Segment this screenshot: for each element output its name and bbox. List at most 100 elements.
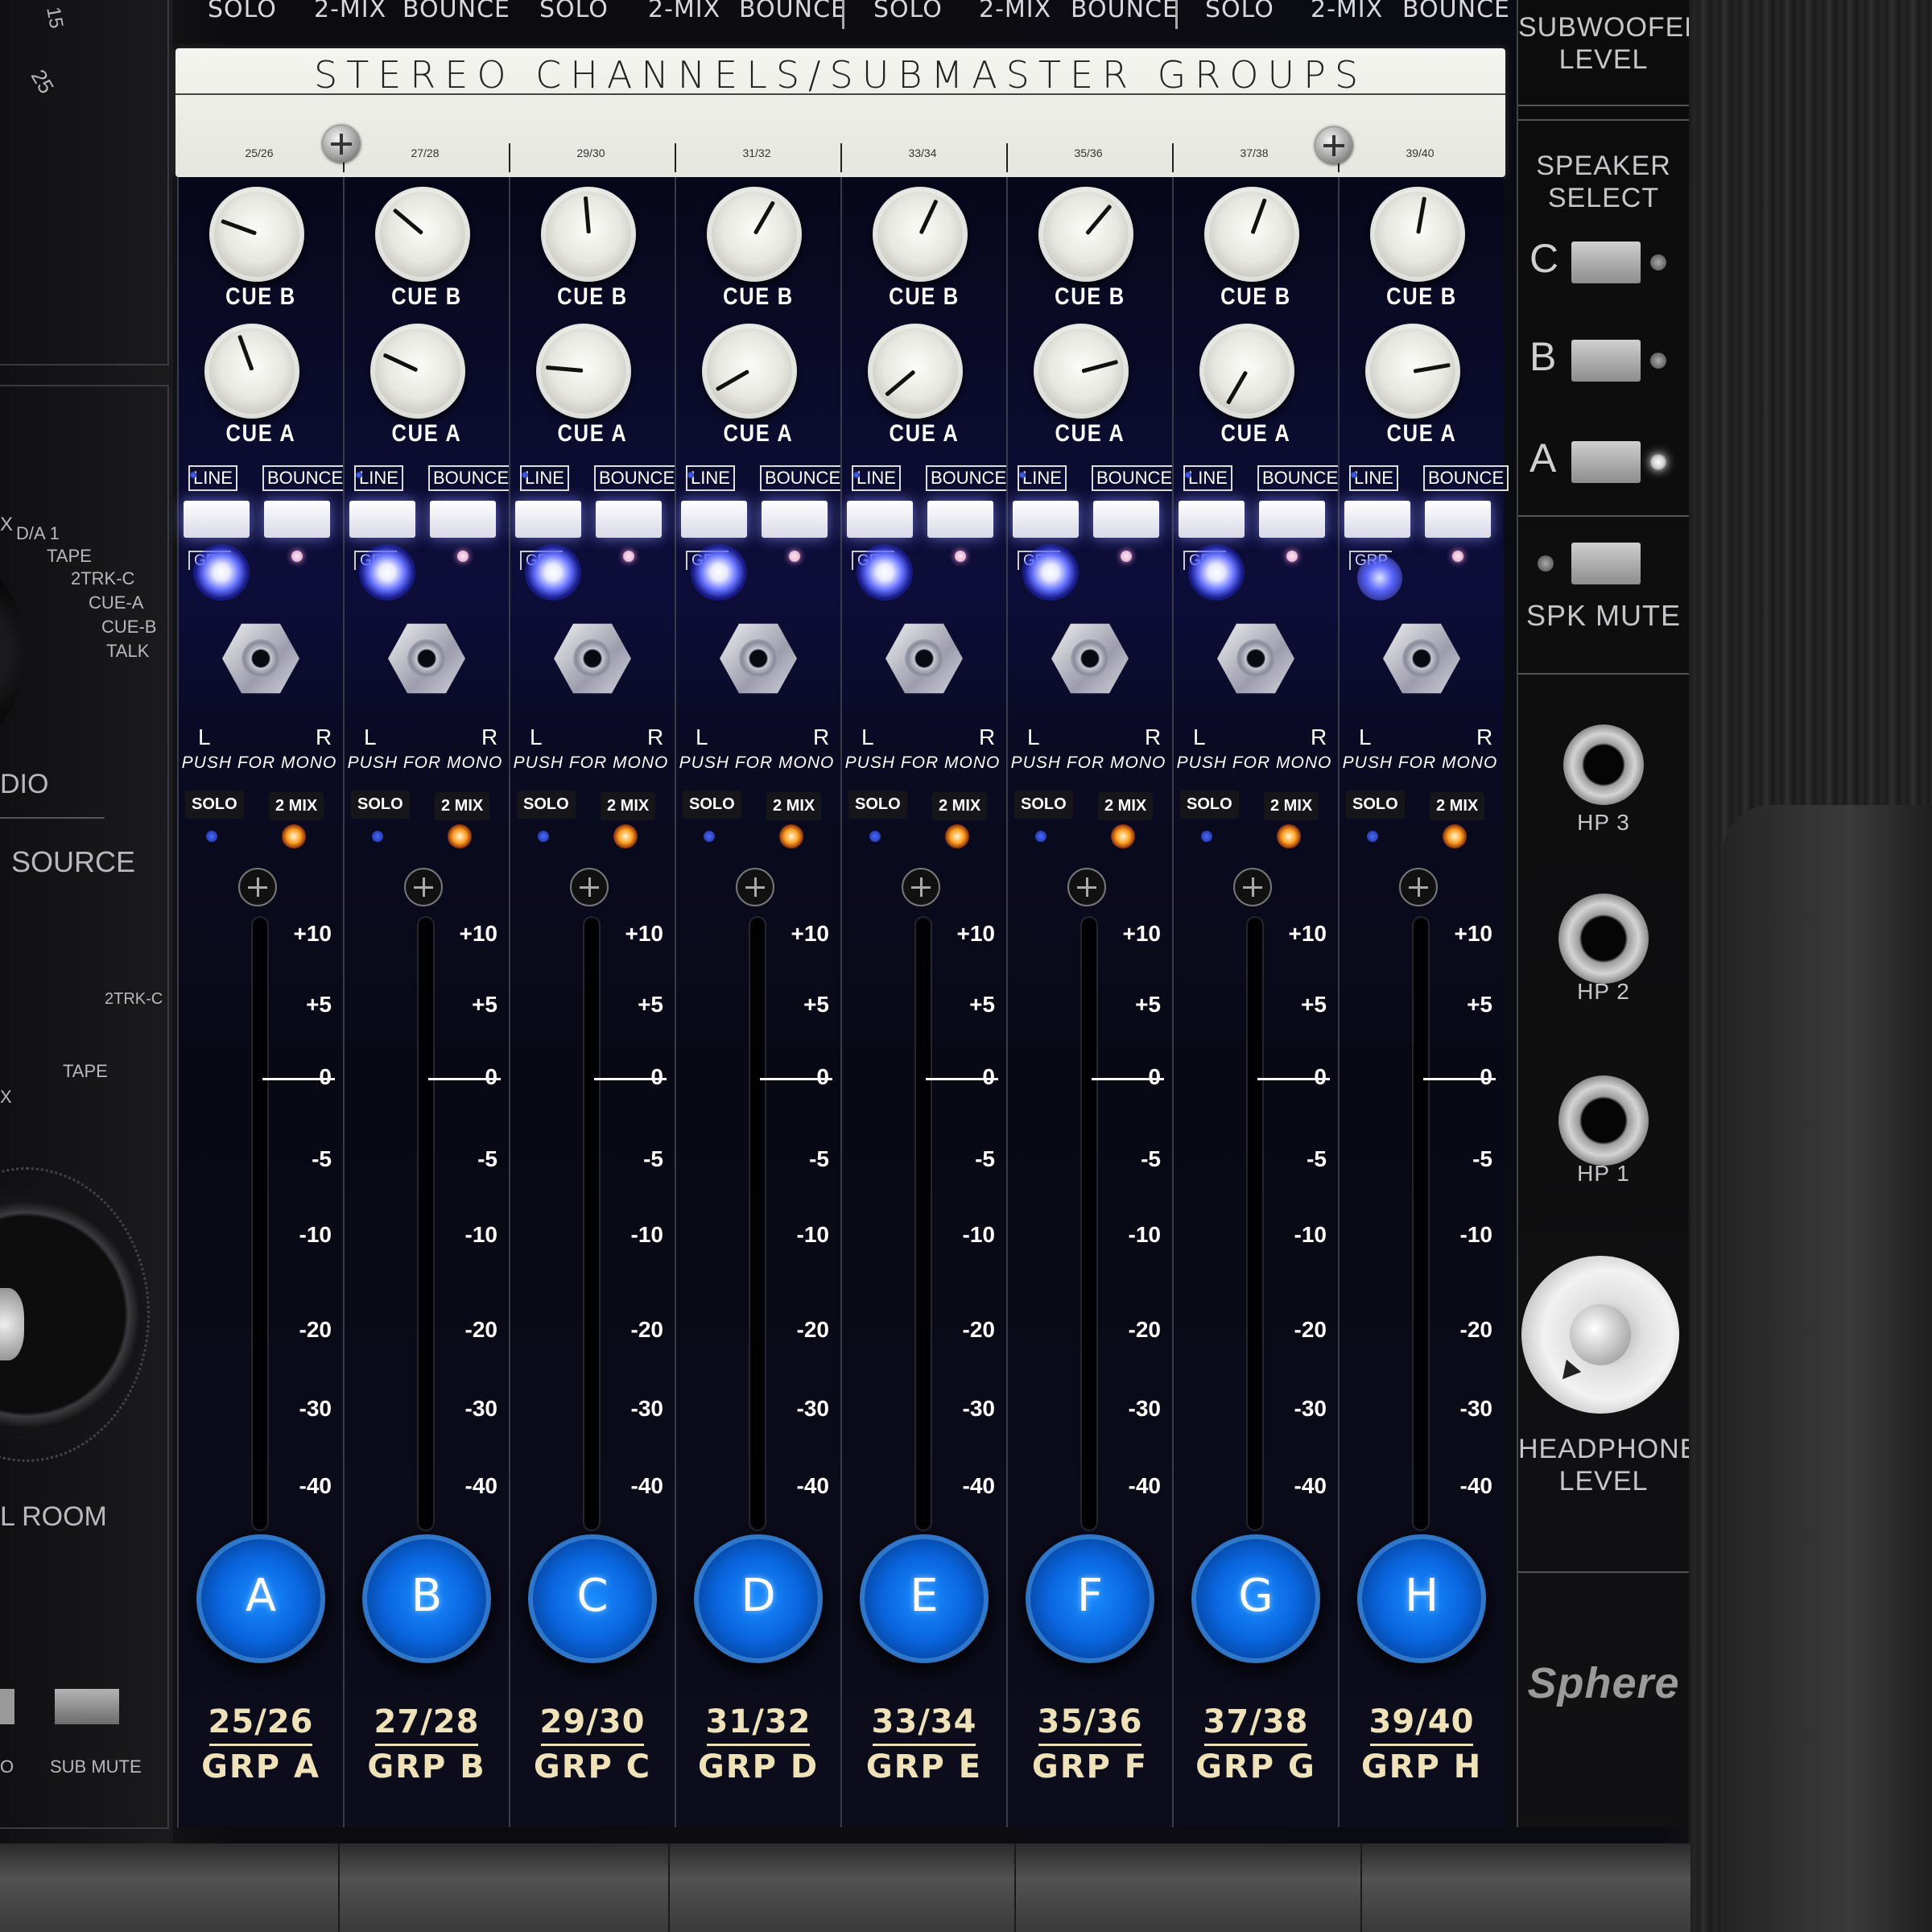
stereo-push-button[interactable] <box>1383 623 1460 694</box>
line-switch[interactable] <box>1179 501 1245 538</box>
fader-cap-b[interactable]: B <box>362 1534 491 1663</box>
two-mix-button[interactable]: 2 MIX <box>1098 792 1154 820</box>
cue-b-knob[interactable] <box>1038 187 1133 282</box>
stereo-push-button[interactable] <box>222 623 299 694</box>
speaker-a-button[interactable] <box>1571 441 1641 483</box>
cue-a-knob[interactable] <box>204 324 299 419</box>
fader-cap-f[interactable]: F <box>1026 1534 1154 1663</box>
cue-b-knob[interactable] <box>873 187 968 282</box>
cue-b-knob[interactable] <box>541 187 636 282</box>
stereo-push-button[interactable] <box>554 623 631 694</box>
stereo-push-button[interactable] <box>388 623 465 694</box>
solo-button[interactable]: SOLO <box>185 791 244 819</box>
solo-led <box>372 831 383 842</box>
bounce-switch[interactable] <box>927 501 993 538</box>
stereo-push-button[interactable] <box>1217 623 1294 694</box>
bounce-switch[interactable] <box>430 501 496 538</box>
rp-divider-5 <box>1518 1571 1689 1573</box>
line-switch[interactable] <box>349 501 415 538</box>
sub-mute-button[interactable] <box>55 1689 119 1724</box>
line-indicator-dot <box>1019 472 1026 478</box>
fader-scale-mark: -30 <box>1294 1396 1327 1421</box>
fader-cap-a[interactable]: A <box>196 1534 325 1663</box>
cue-a-knob[interactable] <box>1034 324 1129 419</box>
spk-mute-button[interactable] <box>1571 543 1641 584</box>
two-mix-button[interactable]: 2 MIX <box>435 792 490 820</box>
left-button-partial[interactable] <box>0 1689 14 1724</box>
two-mix-button[interactable]: 2 MIX <box>601 792 656 820</box>
solo-button[interactable]: SOLO <box>1014 791 1073 819</box>
line-switch[interactable] <box>681 501 747 538</box>
left-label: L <box>198 724 211 749</box>
fader-cap-d[interactable]: D <box>694 1534 823 1663</box>
two-mix-led <box>1443 824 1467 848</box>
solo-button[interactable]: SOLO <box>1180 791 1239 819</box>
channel-strip: CUE BCUE ALINEBOUNCEGRPLRPUSH FOR MONOSO… <box>177 177 349 1827</box>
cue-a-knob[interactable] <box>868 324 963 419</box>
cue-b-knob[interactable] <box>375 187 470 282</box>
line-switch[interactable] <box>847 501 913 538</box>
cue-b-knob[interactable] <box>707 187 802 282</box>
cue-b-knob[interactable] <box>209 187 304 282</box>
two-mix-button[interactable]: 2 MIX <box>932 792 988 820</box>
cue-a-knob[interactable] <box>536 324 631 419</box>
fader-cap-g[interactable]: G <box>1191 1534 1320 1663</box>
fader-scale-mark: -10 <box>796 1222 829 1247</box>
bounce-led <box>623 551 634 562</box>
two-mix-button[interactable]: 2 MIX <box>1430 792 1485 820</box>
cue-b-knob[interactable] <box>1370 187 1465 282</box>
speaker-c-button[interactable] <box>1571 242 1641 283</box>
cue-a-knob[interactable] <box>370 324 465 419</box>
solo-button[interactable]: SOLO <box>351 791 410 819</box>
solo-button[interactable]: SOLO <box>1346 791 1405 819</box>
cue-a-knob[interactable] <box>1199 324 1294 419</box>
headphone-level-knob[interactable] <box>1521 1256 1679 1414</box>
solo-button[interactable]: SOLO <box>848 791 907 819</box>
headphone-level-label: HEADPHONE LEVEL <box>1518 1434 1699 1496</box>
stereo-push-button[interactable] <box>1051 623 1129 694</box>
cue-a-label: CUE A <box>889 420 960 447</box>
solo-button[interactable]: SOLO <box>517 791 576 819</box>
line-switch[interactable] <box>1013 501 1079 538</box>
grp-led <box>1022 544 1079 601</box>
fader-cap-c[interactable]: C <box>528 1534 657 1663</box>
cue-b-knob[interactable] <box>1204 187 1299 282</box>
stereo-push-button[interactable] <box>720 623 797 694</box>
bounce-switch[interactable] <box>1259 501 1325 538</box>
bounce-switch[interactable] <box>1425 501 1491 538</box>
line-switch[interactable] <box>1344 501 1410 538</box>
top-strip-label: SOLO <box>208 0 277 23</box>
cue-b-label: CUE B <box>1220 283 1291 310</box>
bounce-switch[interactable] <box>762 501 828 538</box>
fader-scale-mark: -10 <box>299 1222 332 1247</box>
speaker-b-button[interactable] <box>1571 340 1641 382</box>
headphone-jack-3[interactable] <box>1563 724 1644 805</box>
headphone-jack-1[interactable] <box>1558 1075 1649 1166</box>
channel-number-label: 29/30 <box>539 1703 646 1740</box>
line-switch[interactable] <box>515 501 581 538</box>
two-mix-button[interactable]: 2 MIX <box>269 792 324 820</box>
bounce-switch[interactable] <box>264 501 330 538</box>
bounce-switch[interactable] <box>1093 501 1159 538</box>
bounce-switch[interactable] <box>596 501 662 538</box>
line-switch[interactable] <box>184 501 250 538</box>
two-mix-button[interactable]: 2 MIX <box>766 792 822 820</box>
rp-divider-2 <box>1518 119 1689 121</box>
knob-pointer <box>392 208 424 235</box>
top-strip-label: 2-MIX <box>314 0 387 23</box>
fader-cap-h[interactable]: H <box>1357 1534 1486 1663</box>
fader-cap-e[interactable]: E <box>860 1534 989 1663</box>
knob-pointer <box>1416 196 1427 234</box>
solo-button[interactable]: SOLO <box>683 791 741 819</box>
top-strip-label: 2-MIX <box>648 0 721 23</box>
headphone-jack-2[interactable] <box>1558 894 1649 984</box>
cue-a-knob[interactable] <box>702 324 797 419</box>
stereo-push-button[interactable] <box>886 623 963 694</box>
channel-number-label: 39/40 <box>1368 1703 1475 1740</box>
top-strip-label: SOLO <box>1205 0 1274 23</box>
cue-a-knob[interactable] <box>1365 324 1460 419</box>
fader-scale-mark: +10 <box>293 921 332 946</box>
fader-letter: C <box>576 1570 609 1622</box>
two-mix-button[interactable]: 2 MIX <box>1264 792 1319 820</box>
line-label: LINE <box>1349 465 1398 491</box>
